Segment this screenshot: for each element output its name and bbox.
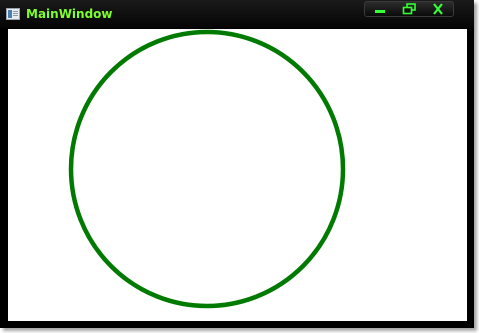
restore-icon [402,3,416,15]
app-window-icon[interactable] [6,8,20,20]
minimize-button[interactable] [365,2,394,16]
minimize-icon [374,10,385,13]
main-window: MainWindow [0,0,474,328]
close-button[interactable] [424,2,453,16]
close-icon [433,3,444,15]
title-bar[interactable]: MainWindow [0,0,474,28]
green-circle [68,29,346,309]
caption-buttons [364,1,454,17]
client-area [8,29,467,321]
drawing-canvas [68,29,346,309]
screenshot-frame: MainWindow [0,0,479,333]
window-title: MainWindow [26,7,113,21]
maximize-button[interactable] [394,2,423,16]
